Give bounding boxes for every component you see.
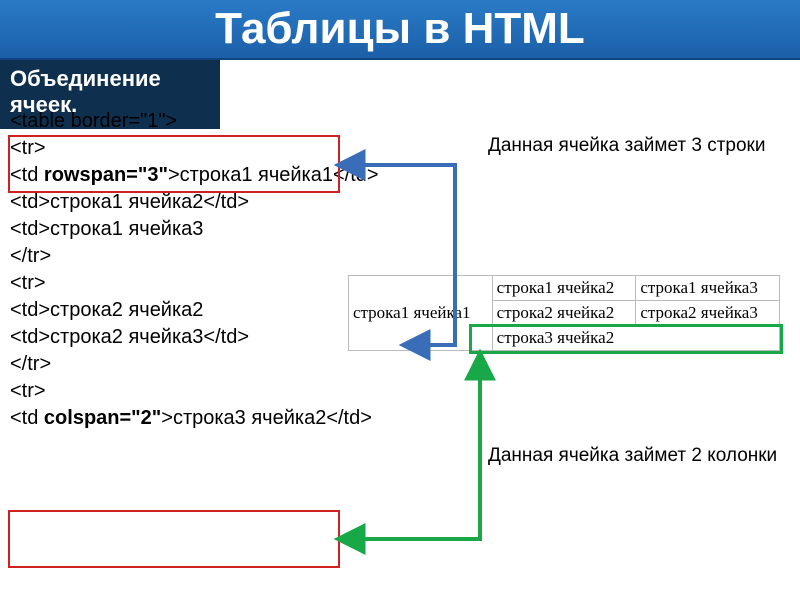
- page-title: Таблицы в HTML: [215, 4, 585, 54]
- code-line: <tr>: [10, 378, 350, 405]
- result-table-wrap: строка1 ячейка1 строка1 ячейка2 строка1 …: [348, 275, 780, 351]
- annotation-colspan: Данная ячейка займет 2 колонки: [488, 445, 788, 468]
- code-line: <table border="1">: [10, 108, 350, 135]
- colspan-attr: colspan="2": [44, 407, 161, 429]
- highlight-colspan: [8, 510, 340, 568]
- arrow-colspan-icon: [340, 355, 480, 539]
- annotation-rowspan: Данная ячейка займет 3 строки: [488, 135, 788, 158]
- table-cell: строка2 ячейка2: [492, 301, 636, 326]
- table-cell: строка2 ячейка3: [636, 301, 780, 326]
- code-line: </tr>: [10, 243, 350, 270]
- code-line: <td>строка2 ячейка2: [10, 297, 350, 324]
- code-line: <td>строка2 ячейка3</td>: [10, 324, 350, 351]
- table-cell: строка1 ячейка2: [492, 276, 636, 301]
- code-line: <td rowspan="3">строка1 ячейка1</td>: [10, 162, 350, 189]
- table-cell: строка1 ячейка3: [636, 276, 780, 301]
- code-line: <td>строка1 ячейка3: [10, 216, 350, 243]
- result-table: строка1 ячейка1 строка1 ячейка2 строка1 …: [348, 275, 780, 351]
- code-line: <tr>: [10, 270, 350, 297]
- table-row: строка1 ячейка1 строка1 ячейка2 строка1 …: [349, 276, 780, 301]
- cell-colspan: строка3 ячейка2: [492, 326, 779, 351]
- code-line: <td>строка1 ячейка2</td>: [10, 189, 350, 216]
- cell-rowspan: строка1 ячейка1: [349, 276, 493, 351]
- code-line: <td colspan="2">строка3 ячейка2</td>: [10, 405, 350, 432]
- code-block: <table border="1"> <tr> <td rowspan="3">…: [10, 108, 350, 432]
- code-line: </tr>: [10, 351, 350, 378]
- rowspan-attr: rowspan="3": [44, 164, 168, 186]
- code-line: <tr>: [10, 135, 350, 162]
- title-bar: Таблицы в HTML: [0, 0, 800, 60]
